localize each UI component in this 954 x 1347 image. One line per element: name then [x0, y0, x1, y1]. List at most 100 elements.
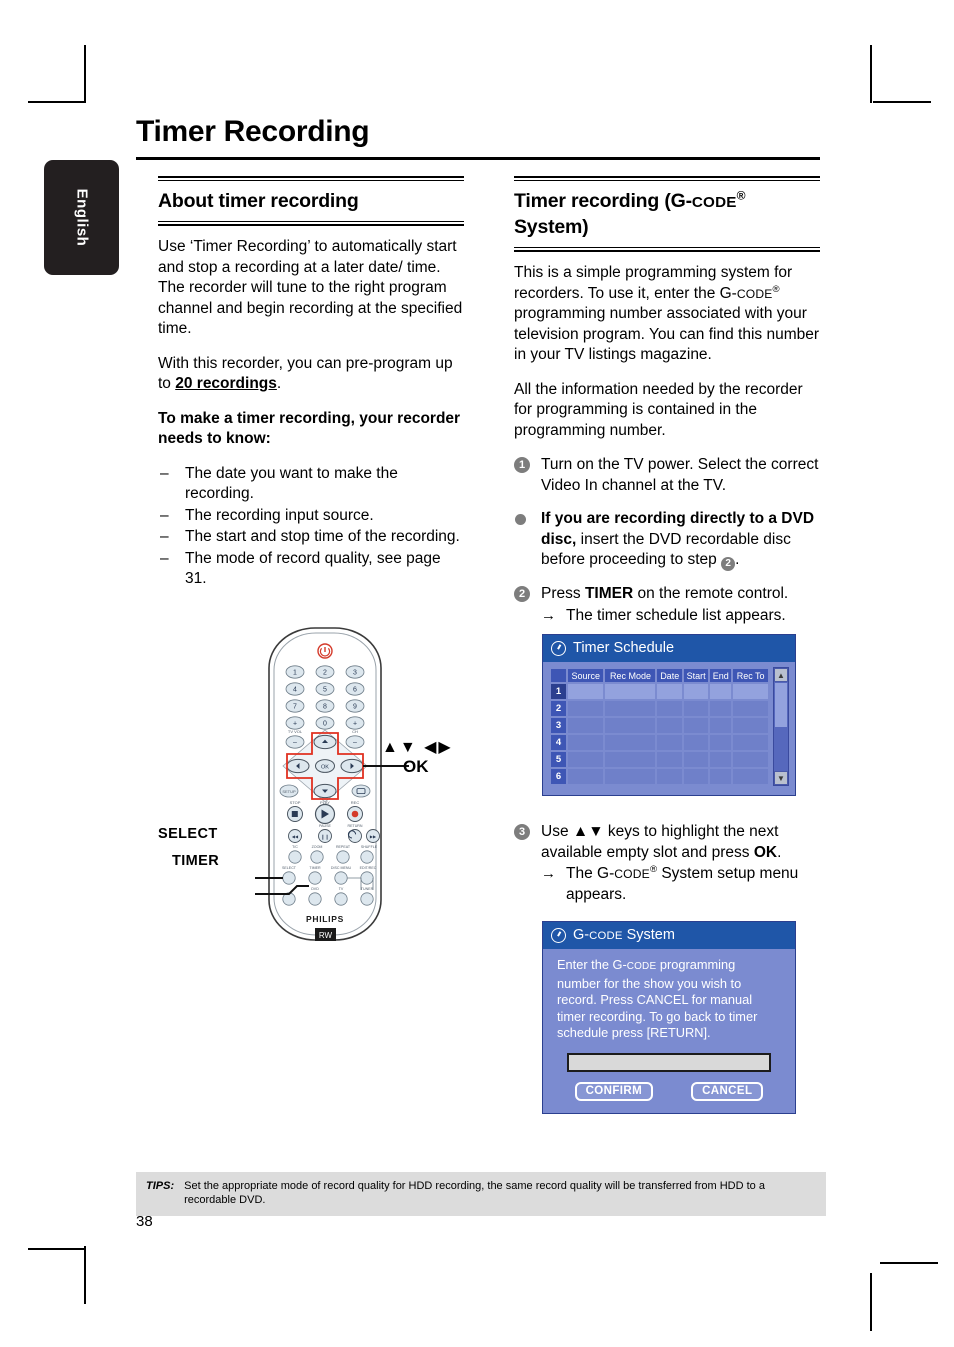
timer-schedule-table-wrap: Source Rec Mode Date Start End Rec To 1 — [549, 667, 789, 786]
dash-marker: – — [160, 506, 169, 524]
cell[interactable] — [683, 684, 709, 699]
cell[interactable] — [568, 752, 604, 767]
column-header: Rec To — [733, 669, 768, 682]
cell[interactable] — [605, 701, 656, 716]
cell[interactable] — [568, 769, 604, 784]
cell[interactable] — [605, 752, 656, 767]
crop-mark-bottom-right-horizontal — [880, 1262, 938, 1264]
right-column: Timer recording (G-CODE® System) This is … — [514, 176, 820, 918]
section-heading: Timer recording (G-CODE® System) — [514, 189, 820, 240]
list-item-label: The start and stop time of the recording… — [185, 528, 460, 545]
cell[interactable] — [657, 701, 682, 716]
list-item: – The date you want to make the recording… — [158, 464, 464, 505]
scrollbar-thumb[interactable] — [775, 683, 787, 727]
table-row[interactable]: 4 — [551, 735, 768, 750]
row-index: 2 — [551, 701, 566, 716]
cell[interactable] — [710, 769, 732, 784]
arrow-right-icon: → — [541, 865, 556, 883]
scroll-down-arrow-icon[interactable]: ▼ — [774, 771, 788, 785]
cell[interactable] — [657, 735, 682, 750]
cell[interactable] — [710, 718, 732, 733]
cell[interactable] — [710, 684, 732, 699]
cell[interactable] — [605, 735, 656, 750]
cell[interactable] — [733, 684, 768, 699]
timer-button-callout-label: TIMER — [172, 853, 220, 869]
step-3-pre: Use ▲▼ keys to highlight the next availa… — [541, 823, 779, 861]
cell[interactable] — [683, 718, 709, 733]
crop-mark-top-right-horizontal — [873, 101, 931, 103]
svg-text:SETUP: SETUP — [282, 789, 296, 794]
cell[interactable] — [657, 718, 682, 733]
gcode-dialog-title: G-CODE System — [573, 927, 675, 943]
crop-mark-top-right-vertical — [870, 45, 872, 103]
table-row[interactable]: 2 — [551, 701, 768, 716]
cell[interactable] — [710, 701, 732, 716]
cell[interactable] — [657, 684, 682, 699]
bullet-marker — [515, 514, 526, 525]
table-row[interactable]: 5 — [551, 752, 768, 767]
cell[interactable] — [568, 684, 604, 699]
svg-text:TV VOL: TV VOL — [288, 729, 303, 734]
table-row[interactable]: 1 — [551, 684, 768, 699]
cell[interactable] — [605, 769, 656, 784]
gcode-body-a: Enter the G- — [557, 957, 627, 972]
gcode-number-input[interactable] — [567, 1052, 771, 1072]
svg-text:TIMER: TIMER — [309, 866, 321, 870]
heading-part2: System) — [514, 216, 589, 238]
cell[interactable] — [710, 735, 732, 750]
cell[interactable] — [683, 752, 709, 767]
tips-text: Set the appropriate mode of record quali… — [184, 1180, 765, 1206]
cell[interactable] — [733, 701, 768, 716]
cell[interactable] — [733, 752, 768, 767]
ok-callout-label: OK — [403, 757, 429, 776]
cell[interactable] — [710, 752, 732, 767]
svg-text:SELECT: SELECT — [282, 866, 297, 870]
cell[interactable] — [657, 752, 682, 767]
step-2-bold-key: TIMER — [584, 585, 634, 603]
step-text: Turn on the TV power. Select the correct… — [541, 456, 819, 494]
dvd-note-period: . — [735, 551, 740, 568]
language-tab: English — [44, 160, 119, 275]
cell[interactable] — [605, 718, 656, 733]
table-row[interactable]: 6 — [551, 769, 768, 784]
cell[interactable] — [568, 718, 604, 733]
cancel-button[interactable]: CANCEL — [691, 1081, 764, 1101]
scroll-up-arrow-icon[interactable]: ▲ — [774, 668, 788, 682]
cell[interactable] — [683, 769, 709, 784]
cell[interactable] — [568, 701, 604, 716]
cell[interactable] — [657, 769, 682, 784]
svg-text:9: 9 — [353, 704, 357, 711]
section-heading: About timer recording — [158, 190, 359, 212]
cell[interactable] — [733, 718, 768, 733]
list-item: – The start and stop time of the recordin… — [158, 527, 464, 548]
svg-text:–: – — [353, 740, 357, 747]
cell[interactable] — [568, 735, 604, 750]
cell[interactable] — [733, 769, 768, 784]
svg-text:+: + — [353, 721, 357, 728]
confirm-button[interactable]: CONFIRM — [574, 1081, 654, 1101]
svg-text:+: + — [293, 721, 297, 728]
cell[interactable] — [605, 684, 656, 699]
tips-label: TIPS: — [146, 1180, 175, 1192]
cell[interactable] — [683, 701, 709, 716]
vertical-scrollbar[interactable]: ▲ ▼ — [773, 667, 789, 786]
scrollbar-track[interactable] — [774, 728, 788, 771]
gcode-dialog-titlebar: G-CODE System — [543, 922, 795, 949]
step-3-registered-mark: ® — [649, 864, 658, 876]
table-row[interactable]: 3 — [551, 718, 768, 733]
arrow-right-icon: → — [541, 606, 556, 624]
page-number: 38 — [136, 1213, 153, 1230]
step-number-badge: 1 — [514, 457, 530, 473]
column-header: Start — [683, 669, 709, 682]
svg-text:4: 4 — [293, 687, 297, 694]
gcode-section-header: Timer recording (G-CODE® System) — [514, 176, 820, 252]
cell[interactable] — [683, 735, 709, 750]
svg-text:3: 3 — [353, 670, 357, 677]
timer-schedule-title: Timer Schedule — [573, 640, 675, 656]
svg-text:DVD: DVD — [311, 887, 319, 891]
svg-text:REPEAT: REPEAT — [336, 845, 351, 849]
cell[interactable] — [733, 735, 768, 750]
left-column: About timer recording Use ‘Timer Recordi… — [158, 176, 464, 591]
row-index: 6 — [551, 769, 566, 784]
svg-text:0: 0 — [323, 721, 327, 728]
